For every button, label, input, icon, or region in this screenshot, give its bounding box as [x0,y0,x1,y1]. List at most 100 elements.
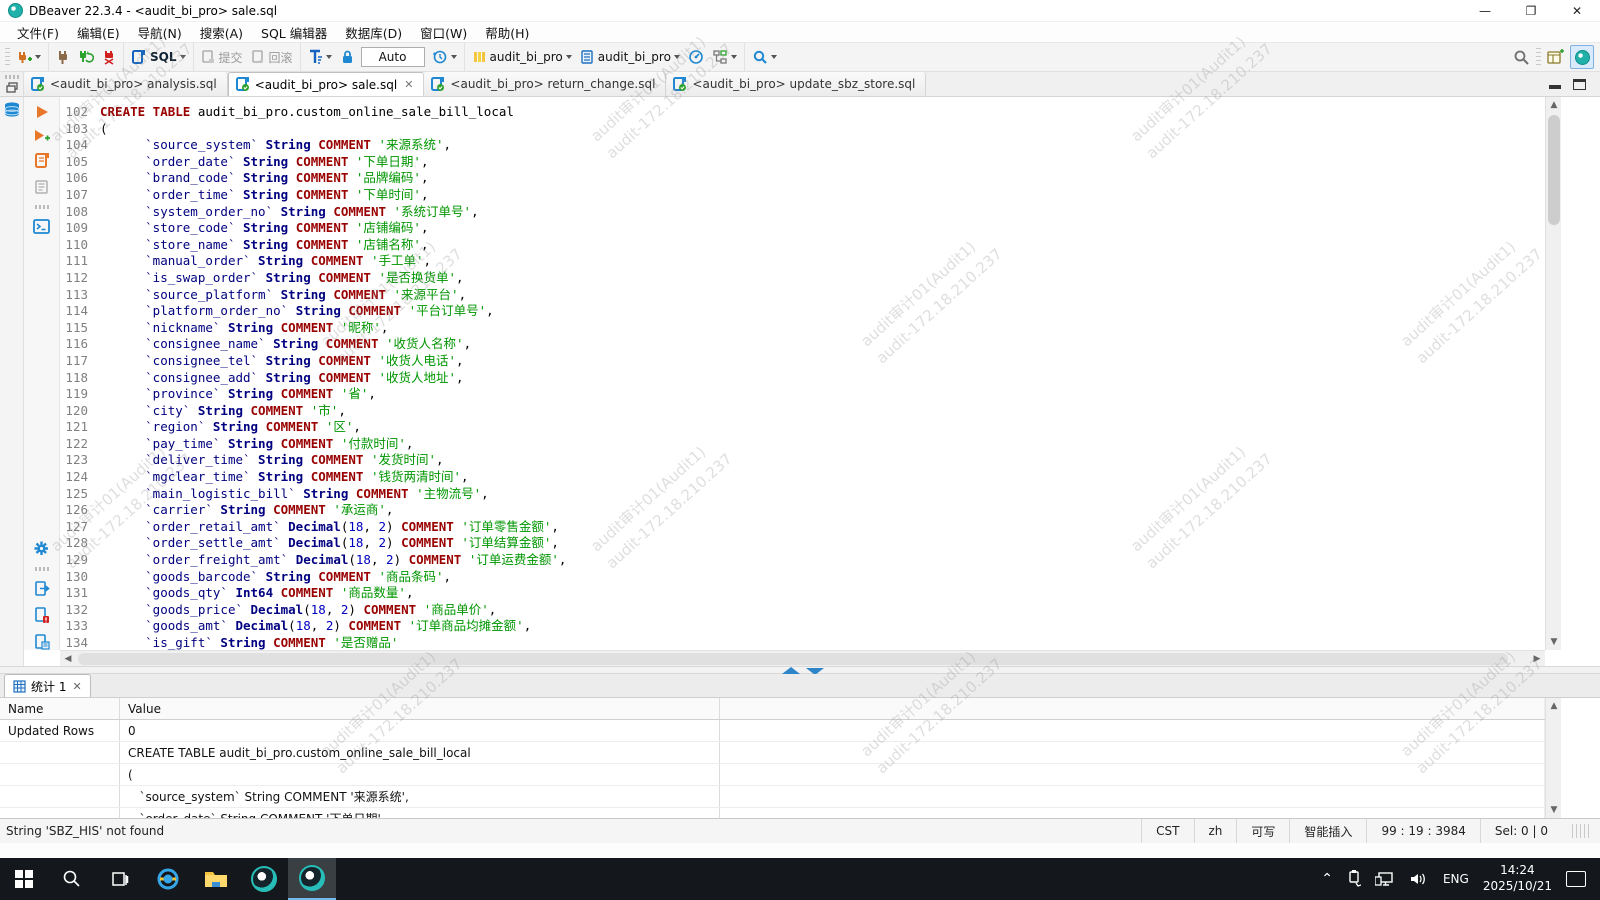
code-line-124[interactable]: 124 `mgclear_time` String COMMENT '钱货两清时… [60,469,1545,486]
code-line-123[interactable]: 123 `deliver_time` String COMMENT '发货时间'… [60,452,1545,469]
status-segment-0[interactable]: CST [1141,819,1193,843]
code-line-119[interactable]: 119 `province` String COMMENT '省', [60,386,1545,403]
value-cell[interactable]: `source_system` String COMMENT '来源系统', [120,786,720,807]
execute-statement-icon[interactable] [35,105,49,119]
code-line-126[interactable]: 126 `carrier` String COMMENT '承运商', [60,502,1545,519]
panel-sash[interactable] [0,666,1600,674]
code-line-134[interactable]: 134 `is_gift` String COMMENT '是否赠品' [60,635,1545,650]
disconnect-button[interactable] [99,47,119,67]
window-close-button[interactable]: ✕ [1554,0,1600,22]
menu-item-1[interactable]: 编辑(E) [68,21,129,44]
save-file-warning-icon[interactable] [34,607,50,624]
code-line-127[interactable]: 127 `order_retail_amt` Decimal(18, 2) CO… [60,519,1545,536]
scrollbar-thumb[interactable] [78,653,1508,665]
hidden-icons-chevron[interactable]: ⌃ [1321,871,1333,887]
restore-panel-icon[interactable] [6,82,18,93]
settings-gear-icon[interactable] [33,540,50,557]
usb-device-icon[interactable] [1347,870,1361,888]
close-icon[interactable]: ✕ [72,680,81,693]
code-line-122[interactable]: 122 `pay_time` String COMMENT '付款时间', [60,436,1545,453]
dbeaver-taskbar-button[interactable] [240,858,288,900]
schema-selector[interactable]: audit_bi_pro [577,47,683,67]
results-vertical-scrollbar[interactable]: ▲ ▼ [1545,698,1561,818]
transaction-log-button[interactable] [429,47,460,67]
database-selector[interactable]: audit_bi_pro [469,47,575,67]
reconnect-button[interactable] [75,47,97,67]
statistics-grid[interactable]: NameValueUpdated Rows0CREATE TABLE audit… [0,698,1545,818]
code-line-114[interactable]: 114 `platform_order_no` String COMMENT '… [60,303,1545,320]
scroll-up-arrow[interactable]: ▲ [1546,698,1562,714]
code-line-118[interactable]: 118 `consignee_add` String COMMENT '收货人地… [60,370,1545,387]
commit-button[interactable]: 提交 [198,47,246,68]
grid-row-0[interactable]: Updated Rows0 [0,720,1545,742]
code-line-103[interactable]: 103( [60,121,1545,138]
scrollbar-thumb[interactable] [1548,115,1560,225]
code-line-117[interactable]: 117 `consignee_tel` String COMMENT '收货人电… [60,353,1545,370]
taskbar-search-button[interactable] [48,858,96,900]
editor-horizontal-scrollbar[interactable]: ◀ ▶ [60,650,1545,666]
scroll-down-arrow[interactable]: ▼ [1546,802,1562,818]
code-line-112[interactable]: 112 `is_swap_order` String COMMENT '是否换货… [60,270,1545,287]
maximize-editor-icon[interactable] [1573,79,1586,90]
status-segment-5[interactable]: Sel: 0 | 0 [1480,819,1562,843]
menu-item-6[interactable]: 窗口(W) [411,21,476,44]
scroll-up-arrow[interactable]: ▲ [1546,97,1562,113]
code-line-111[interactable]: 111 `manual_order` String COMMENT '手工单', [60,253,1545,270]
network-icon[interactable] [1375,871,1395,887]
code-line-115[interactable]: 115 `nickname` String COMMENT '昵称', [60,320,1545,337]
sql-code-editor[interactable]: 102CREATE TABLE audit_bi_pro.custom_onli… [60,97,1545,650]
code-line-105[interactable]: 105 `order_date` String COMMENT '下单日期', [60,154,1545,171]
code-line-130[interactable]: 130 `goods_barcode` String COMMENT '商品条码… [60,569,1545,586]
close-icon[interactable]: ✕ [404,78,413,91]
status-segment-1[interactable]: zh [1194,819,1237,843]
status-segment-4[interactable]: 99 : 19 : 3984 [1366,819,1479,843]
maximize-panel-arrow-icon[interactable] [782,667,800,674]
scroll-left-arrow[interactable]: ◀ [60,651,76,667]
execute-new-tab-icon[interactable] [34,129,50,143]
scroll-right-arrow[interactable]: ▶ [1529,651,1545,667]
internet-explorer-button[interactable] [144,858,192,900]
rollback-button[interactable]: 回滚 [248,47,296,68]
dbeaver-perspective-button[interactable] [1570,45,1594,69]
code-line-121[interactable]: 121 `region` String COMMENT '区', [60,419,1545,436]
code-line-113[interactable]: 113 `source_platform` String COMMENT '来源… [60,287,1545,304]
value-cell[interactable]: CREATE TABLE audit_bi_pro.custom_online_… [120,742,720,763]
speaker-icon[interactable] [1409,871,1429,887]
code-line-125[interactable]: 125 `main_logistic_bill` String COMMENT … [60,486,1545,503]
open-perspective-button[interactable] [1544,47,1567,67]
name-cell[interactable] [0,742,120,763]
statistics-tab[interactable]: 统计 1 ✕ [4,674,91,697]
window-minimize-button[interactable]: — [1462,0,1508,22]
name-cell[interactable] [0,764,120,785]
menu-item-5[interactable]: 数据库(D) [336,21,411,44]
action-center-icon[interactable] [1566,871,1586,887]
output-log-icon[interactable] [34,634,50,650]
editor-tab-2[interactable]: <audit_bi_pro> return_change.sql [424,72,666,96]
grid-row-2[interactable]: ( [0,764,1545,786]
editor-tab-0[interactable]: <audit_bi_pro> analysis.sql [24,72,228,96]
taskbar-clock[interactable]: 14:24 2025/10/21 [1483,863,1552,894]
connect-button[interactable] [53,47,73,67]
menu-item-7[interactable]: 帮助(H) [476,21,538,44]
menu-item-2[interactable]: 导航(N) [129,21,191,44]
execution-plan-button[interactable] [709,47,740,67]
status-segment-3[interactable]: 智能插入 [1289,819,1366,843]
value-cell[interactable]: ( [120,764,720,785]
name-cell[interactable] [0,786,120,807]
code-line-106[interactable]: 106 `brand_code` String COMMENT '品牌编码', [60,170,1545,187]
language-indicator[interactable]: ENG [1443,872,1469,886]
sql-console-icon[interactable] [33,219,50,234]
execute-script-icon[interactable] [34,153,50,169]
grid-row-1[interactable]: CREATE TABLE audit_bi_pro.custom_online_… [0,742,1545,764]
database-navigator-icon[interactable] [3,101,21,119]
editor-vertical-scrollbar[interactable]: ▲ ▼ [1545,97,1561,650]
find-in-database-button[interactable] [749,47,780,67]
lock-icon[interactable] [337,47,357,67]
grid-row-3[interactable]: `source_system` String COMMENT '来源系统', [0,786,1545,808]
code-line-110[interactable]: 110 `store_name` String COMMENT '店铺名称', [60,237,1545,254]
menu-item-4[interactable]: SQL 编辑器 [252,21,336,44]
editor-tab-1[interactable]: <audit_bi_pro> sale.sql✕ [228,72,425,96]
code-line-120[interactable]: 120 `city` String COMMENT '市', [60,403,1545,420]
name-cell[interactable]: Updated Rows [0,720,120,741]
code-line-107[interactable]: 107 `order_time` String COMMENT '下单时间', [60,187,1545,204]
